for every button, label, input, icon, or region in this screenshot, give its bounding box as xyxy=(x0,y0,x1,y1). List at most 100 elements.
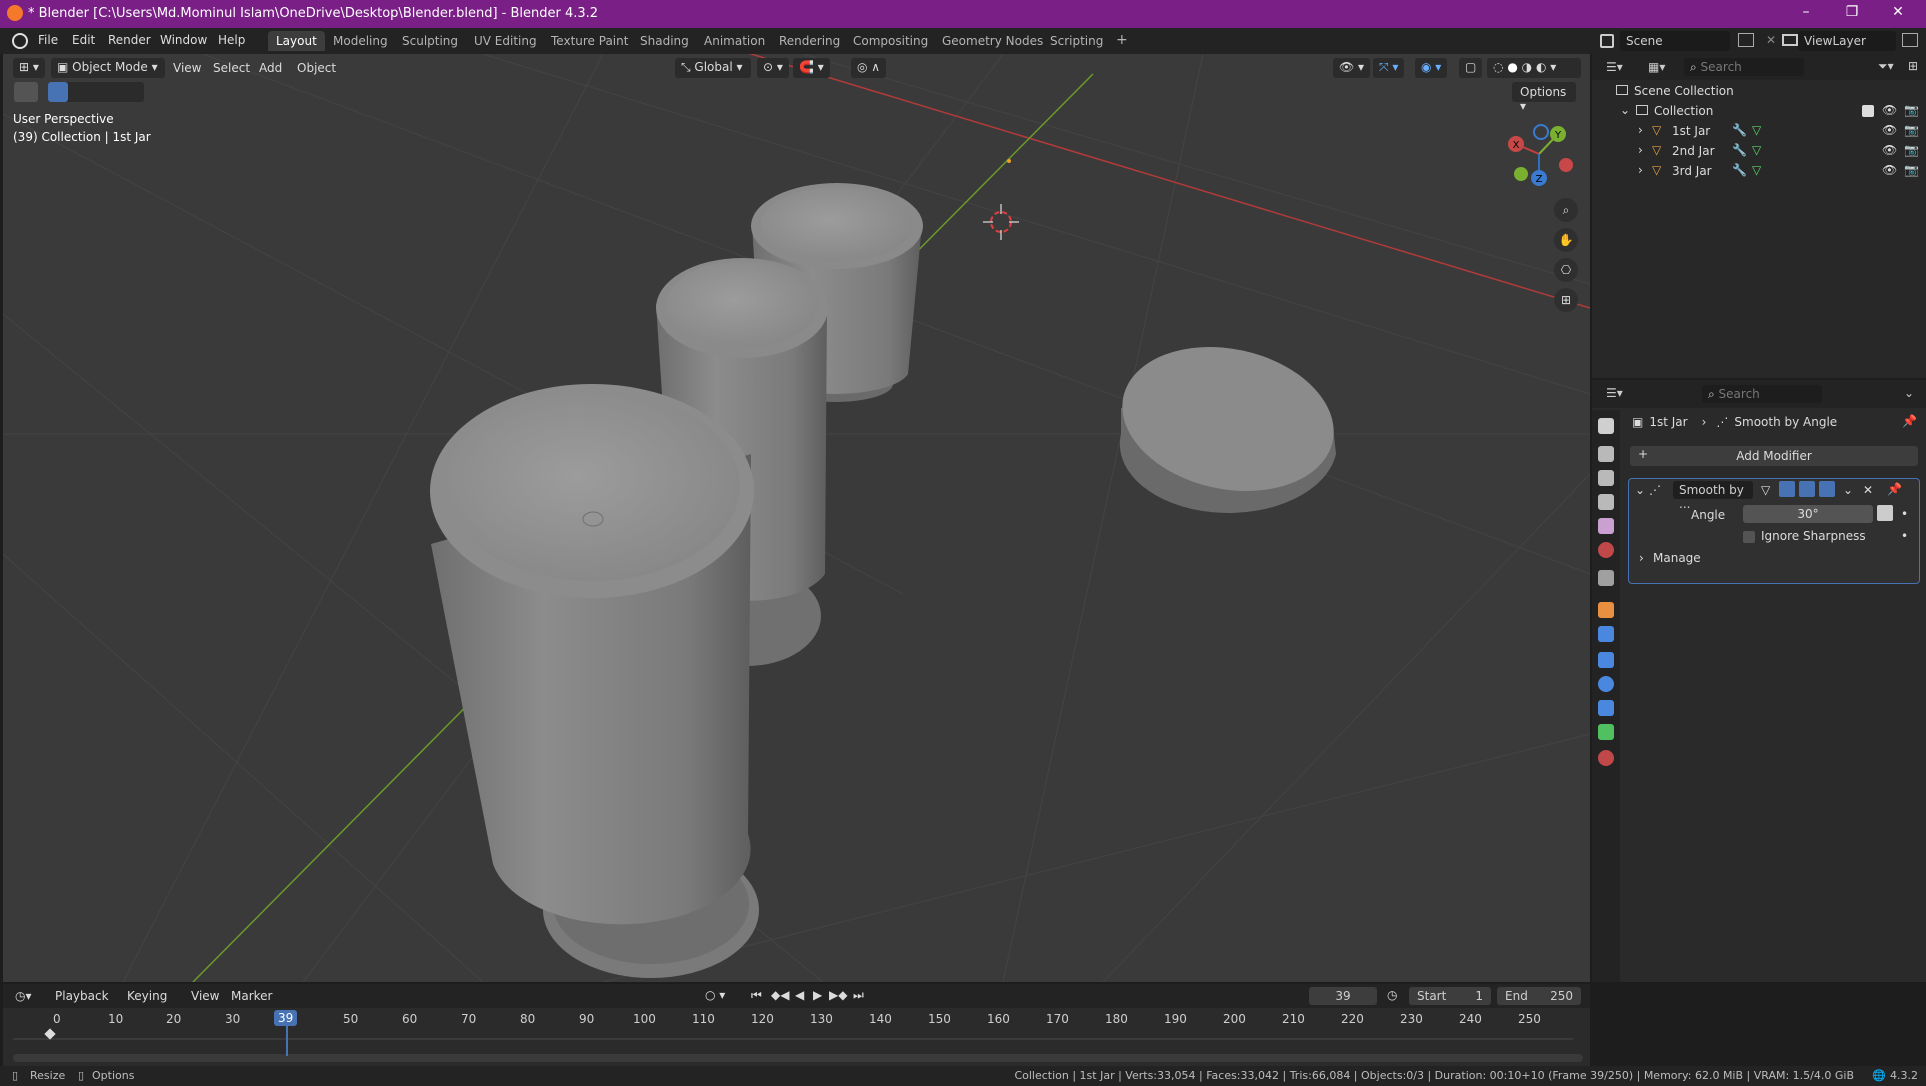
particles-tab-icon[interactable] xyxy=(1598,652,1614,668)
mesh-data-icon[interactable]: ▽ xyxy=(1752,123,1761,137)
jump-keyframe-back-icon[interactable]: ◆◀ xyxy=(771,988,789,1002)
manage-chevron-icon[interactable]: › xyxy=(1639,551,1644,565)
edit-mode-toggle-icon[interactable]: ▽ xyxy=(1761,483,1770,497)
outliner-row-scene-collection[interactable]: Scene Collection xyxy=(1592,82,1926,102)
properties-editor-type-icon[interactable]: ☰▾ xyxy=(1606,386,1623,400)
maximize-button[interactable]: ❐ xyxy=(1832,4,1872,20)
selection-mode-buttons[interactable] xyxy=(48,82,144,102)
tab-layout[interactable]: Layout xyxy=(268,31,325,51)
mesh-data-icon[interactable]: ▽ xyxy=(1752,163,1761,177)
editor-type-button[interactable]: ⊞ ▾ xyxy=(13,58,45,78)
transform-orientation-dropdown[interactable]: ⤡ Global ▾ xyxy=(675,58,751,78)
viewlayer-field[interactable]: ViewLayer xyxy=(1798,31,1896,51)
jump-start-icon[interactable]: ⏮ xyxy=(751,988,762,1003)
jump-end-icon[interactable]: ⏭ xyxy=(853,988,864,1003)
xray-toggle-button[interactable]: ▢ xyxy=(1459,58,1483,78)
new-scene-icon[interactable] xyxy=(1738,33,1754,47)
mesh-data-icon[interactable]: ▽ xyxy=(1752,143,1761,157)
object-tab-icon[interactable] xyxy=(1598,602,1614,618)
ortho-toggle-icon[interactable]: ⊞ xyxy=(1554,288,1578,312)
manage-subpanel-label[interactable]: Manage xyxy=(1653,551,1701,565)
camera-view-icon[interactable]: ⎔ xyxy=(1554,258,1578,282)
expand-chevron-icon[interactable]: › xyxy=(1638,143,1643,157)
select-new-icon[interactable] xyxy=(48,82,68,102)
modifier-name-field[interactable]: Smooth by ... xyxy=(1673,481,1753,511)
material-shading-icon[interactable]: ◑ xyxy=(1522,60,1532,74)
tab-uv-editing[interactable]: UV Editing xyxy=(466,31,545,51)
expand-chevron-icon[interactable]: › xyxy=(1638,163,1643,177)
add-modifier-button[interactable]: + Add Modifier xyxy=(1630,446,1918,466)
options-dropdown[interactable]: Options ▾ xyxy=(1512,82,1576,113)
jump-keyframe-forward-icon[interactable]: ▶◆ xyxy=(829,988,847,1002)
object-mode-dropdown[interactable]: ▣ Object Mode ▾ xyxy=(51,58,165,78)
object-render-camera-icon[interactable]: 📷 xyxy=(1904,163,1919,177)
minimize-button[interactable]: – xyxy=(1786,4,1826,20)
pin-modifier-icon[interactable]: 📌 xyxy=(1887,482,1902,496)
timeline-editor-type-icon[interactable]: ◷▾ xyxy=(15,989,32,1003)
modifier-wrench-icon[interactable]: 🔧 xyxy=(1732,143,1747,157)
viewport-menu-object[interactable]: Object xyxy=(297,61,336,75)
object-visibility-eye-icon[interactable]: 👁 xyxy=(1882,163,1897,177)
add-workspace-button[interactable]: + xyxy=(1108,29,1136,49)
keyframe-dot-icon[interactable]: • xyxy=(1901,507,1908,521)
collection-visibility-eye-icon[interactable]: 👁 xyxy=(1882,103,1897,117)
modifier-wrench-icon[interactable]: 🔧 xyxy=(1732,123,1747,137)
delete-scene-icon[interactable]: ✕ xyxy=(1766,33,1776,47)
properties-search-input[interactable]: ⌕ Search xyxy=(1702,385,1822,403)
modifier-tab-icon[interactable] xyxy=(1598,626,1614,642)
play-icon[interactable]: ▶ xyxy=(813,988,822,1002)
object-visibility-eye-icon[interactable]: 👁 xyxy=(1882,143,1897,157)
filter-icon[interactable]: ⏷▾ xyxy=(1878,59,1894,74)
3d-viewport[interactable]: Y X Z xyxy=(3,54,1590,982)
angle-decorate-icon[interactable] xyxy=(1877,505,1893,521)
start-frame-field[interactable]: Start 1 xyxy=(1409,987,1491,1005)
lid-mesh[interactable] xyxy=(1109,328,1347,514)
pivot-point-button[interactable]: ⊙ ▾ xyxy=(757,58,789,78)
visibility-selectability-button[interactable]: 👁 ▾ xyxy=(1333,58,1371,78)
modifier-collapse-chevron-icon[interactable]: ⌄ xyxy=(1635,483,1645,497)
modifier-menu-chevron-icon[interactable]: ⌄ xyxy=(1843,483,1853,497)
timeline-scrollbar[interactable] xyxy=(13,1054,1583,1062)
gizmo-toggle-button[interactable]: ⤧ ▾ xyxy=(1373,58,1405,78)
tab-sculpting[interactable]: Sculpting xyxy=(394,31,466,51)
collection-include-checkbox[interactable] xyxy=(1862,105,1874,117)
current-frame-field[interactable]: 39 xyxy=(1309,987,1377,1005)
object-render-camera-icon[interactable]: 📷 xyxy=(1904,143,1919,157)
scene-tab-icon[interactable] xyxy=(1598,518,1614,534)
navigation-gizmo[interactable]: Y X Z xyxy=(1508,124,1573,186)
overlay-toggle-button[interactable]: ◉ ▾ xyxy=(1415,58,1448,78)
tab-geometry-nodes[interactable]: Geometry Nodes xyxy=(934,31,1051,51)
collection-render-camera-icon[interactable]: 📷 xyxy=(1904,103,1919,117)
menu-render[interactable]: Render xyxy=(108,33,151,47)
view-layer-tab-icon[interactable] xyxy=(1598,494,1614,510)
scene-field[interactable]: Scene xyxy=(1620,31,1730,51)
menu-window[interactable]: Window xyxy=(160,33,207,47)
expand-chevron-icon[interactable]: › xyxy=(1638,123,1643,137)
ignore-sharpness-checkbox[interactable] xyxy=(1743,531,1755,543)
outliner-editor-type-icon[interactable]: ☰▾ xyxy=(1606,60,1623,74)
outliner-search-input[interactable]: ⌕ Search xyxy=(1684,58,1804,76)
outliner-row-object[interactable]: › ▽ 1st Jar 🔧 ▽ 👁 📷 xyxy=(1592,122,1926,142)
rendered-shading-icon[interactable]: ◐ xyxy=(1536,60,1546,74)
pin-icon[interactable]: 📌 xyxy=(1902,414,1917,428)
properties-options-chevron-icon[interactable]: ⌄ xyxy=(1904,386,1914,400)
world-tab-icon[interactable] xyxy=(1598,542,1614,558)
display-mode-icon[interactable]: ▦▾ xyxy=(1648,60,1665,74)
collection-tab-icon[interactable] xyxy=(1598,570,1614,586)
tab-modeling[interactable]: Modeling xyxy=(325,31,396,51)
collapse-chevron-icon[interactable]: ⌄ xyxy=(1620,103,1630,117)
close-window-button[interactable]: ✕ xyxy=(1878,4,1918,20)
material-tab-icon[interactable] xyxy=(1598,750,1614,766)
tab-animation[interactable]: Animation xyxy=(696,31,773,51)
preview-range-icon[interactable]: ◷ xyxy=(1387,988,1397,1002)
timeline-menu-keying[interactable]: Keying xyxy=(127,989,167,1003)
physics-tab-icon[interactable] xyxy=(1598,676,1614,692)
viewport-menu-view[interactable]: View xyxy=(173,61,201,75)
tool-tab-icon[interactable] xyxy=(1598,418,1614,434)
auto-keying-icon[interactable]: ○ ▾ xyxy=(705,988,725,1002)
timeline-menu-marker[interactable]: Marker xyxy=(231,989,272,1003)
zoom-icon[interactable]: ⌕ xyxy=(1554,198,1578,222)
new-collection-icon[interactable]: ⊞ xyxy=(1908,59,1918,73)
menu-help[interactable]: Help xyxy=(218,33,245,47)
pan-hand-icon[interactable]: ✋ xyxy=(1554,228,1578,252)
